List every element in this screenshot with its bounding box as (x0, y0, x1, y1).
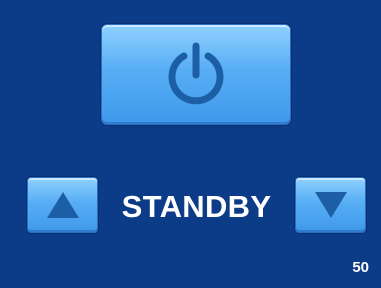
power-button[interactable] (101, 24, 291, 125)
status-label: STANDBY (121, 189, 272, 224)
decrease-button[interactable] (295, 177, 366, 233)
control-panel: STANDBY 50 (0, 0, 381, 288)
value-readout: 50 (352, 259, 369, 276)
power-icon (165, 42, 227, 108)
increase-button[interactable] (27, 177, 98, 233)
triangle-down-icon (313, 190, 349, 220)
triangle-up-icon (45, 190, 81, 220)
